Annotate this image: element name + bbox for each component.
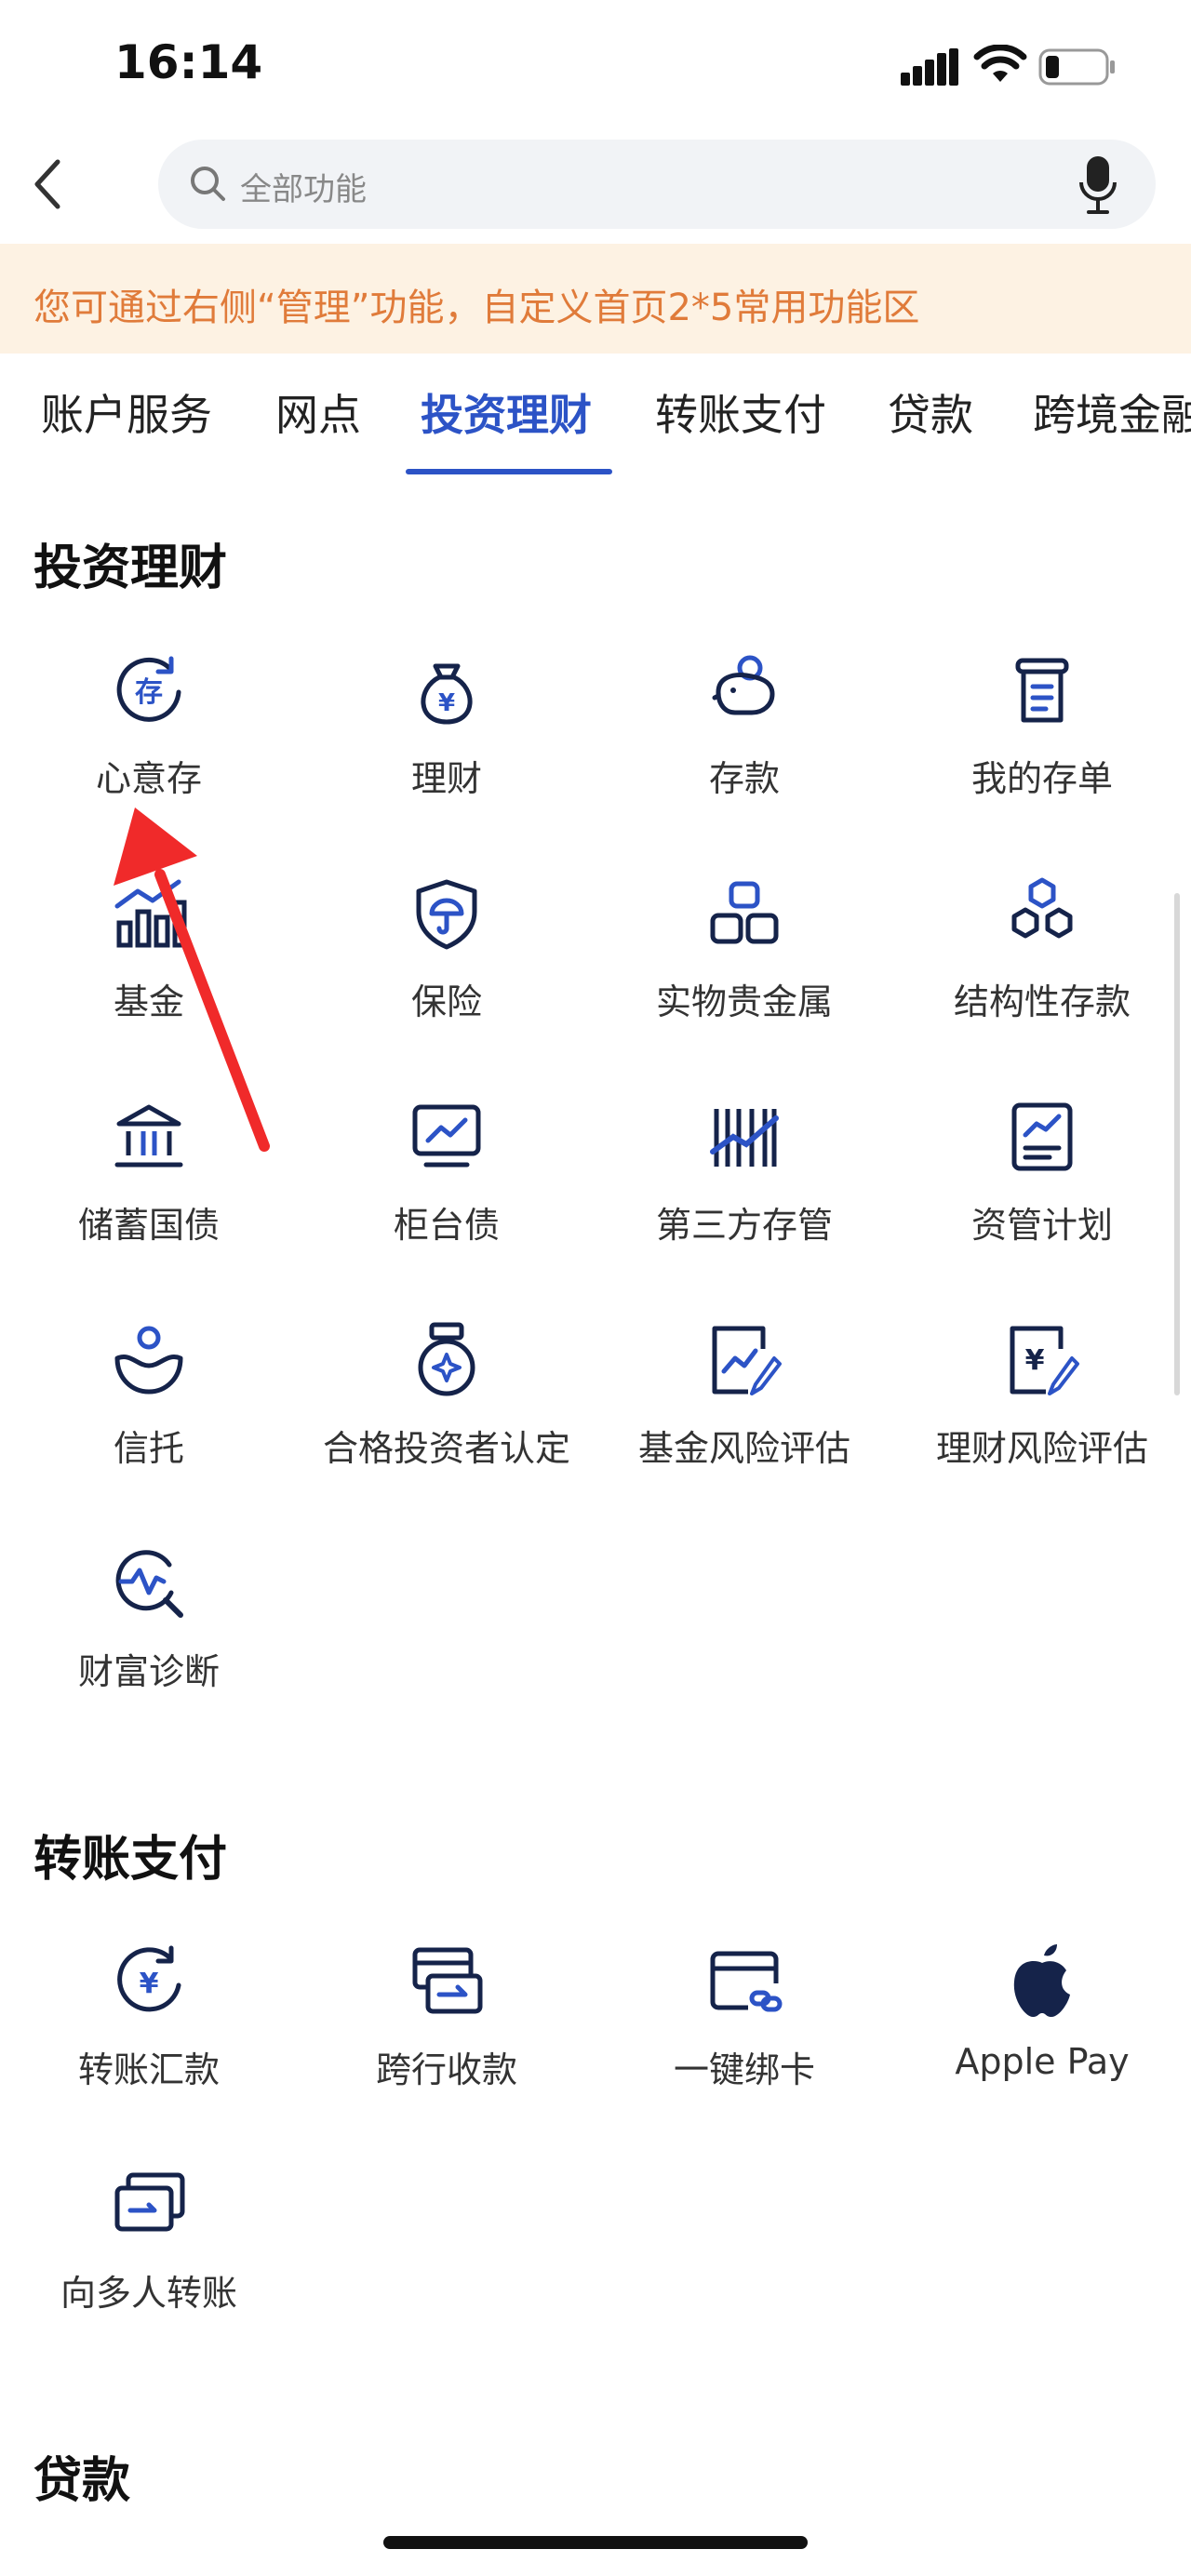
grid-item-label: 向多人转账: [60, 2273, 237, 2314]
section-title-transfer: 转账支付: [33, 1832, 228, 1888]
grid-item-label: 保险: [410, 981, 482, 1022]
cellular-signal-icon: [901, 48, 958, 86]
grid-item-label: 我的存单: [970, 758, 1113, 799]
stacked-cards-transfer-icon: [114, 2172, 185, 2232]
grid-item-label: 跨行收款: [375, 2049, 517, 2090]
apple-logo-icon: [1013, 1944, 1070, 2017]
svg-text:¥: ¥: [438, 689, 455, 717]
grid-item-label: 资管计划: [970, 1205, 1113, 1246]
medal-icon: [418, 1322, 475, 1396]
tab-account-service[interactable]: 账户服务: [41, 381, 212, 443]
bank-building-icon: [114, 1104, 183, 1168]
status-time: 16:14: [114, 35, 263, 89]
grid-item-wealth-risk-assessment[interactable]: ¥ 理财风险评估: [893, 1321, 1191, 1507]
grid-item-interbank-receive[interactable]: 跨行收款: [298, 1942, 596, 2129]
gold-bars-icon: [710, 881, 779, 944]
grid-item-label: 理财风险评估: [935, 1428, 1148, 1469]
grid-item-label: Apple Pay: [955, 2041, 1130, 2082]
grid-item-label: 基金风险评估: [637, 1428, 850, 1469]
grid-item-label: 存款: [708, 758, 780, 799]
microphone-icon[interactable]: [1077, 154, 1118, 216]
tab-cross-border[interactable]: 跨境金融: [1033, 381, 1191, 443]
grid-item-multi-transfer[interactable]: 向多人转账: [0, 2166, 298, 2352]
scroll-document-icon: [1015, 658, 1069, 723]
tab-loan[interactable]: 贷款: [888, 381, 973, 443]
monitor-trend-icon: [412, 1104, 481, 1168]
tip-banner: 您可通过右侧“管理”功能，自定义首页2*5常用功能区: [0, 244, 1191, 354]
grid-item-insurance[interactable]: 保险: [298, 874, 596, 1061]
grid-item-label: 第三方存管: [655, 1205, 833, 1246]
card-transfer-icon: [412, 1947, 483, 2014]
grid-item-asset-management[interactable]: 资管计划: [893, 1098, 1191, 1284]
search-bar[interactable]: 全部功能: [158, 140, 1156, 229]
grid-item-label: 结构性存款: [953, 981, 1131, 1022]
grid-item-label: 合格投资者认定: [322, 1428, 570, 1469]
tab-investment[interactable]: 投资理财: [421, 381, 592, 443]
grid-item-bind-card[interactable]: 一键绑卡: [596, 1942, 893, 2129]
section-title-loan: 贷款: [33, 2453, 131, 2509]
grid-item-counter-bonds[interactable]: 柜台债: [298, 1098, 596, 1284]
search-icon: [191, 167, 225, 201]
piggy-bank-icon: [712, 655, 775, 715]
bar-chart-trend-icon: [114, 879, 187, 948]
grid-item-transfer-remit[interactable]: ¥ 转账汇款: [0, 1942, 298, 2129]
battery-icon: [1038, 48, 1115, 86]
tab-outlets[interactable]: 网点: [275, 381, 361, 443]
grid-item-fund[interactable]: 基金: [0, 874, 298, 1061]
grid-item-structured-deposit[interactable]: 结构性存款: [893, 874, 1191, 1061]
status-bar: 16:14: [0, 0, 1191, 130]
grid-item-label: 理财: [410, 758, 482, 799]
grid-item-precious-metals[interactable]: 实物贵金属: [596, 874, 893, 1061]
grid-item-label: 转账汇款: [77, 2049, 220, 2090]
deposit-heart-icon: 存: [116, 656, 181, 722]
grid-item-wealth[interactable]: ¥ 理财: [298, 651, 596, 837]
grid-item-xinyicun[interactable]: 存 心意存: [0, 651, 298, 837]
grid-item-trust[interactable]: 信托: [0, 1321, 298, 1507]
hexagon-cluster-icon: [1011, 877, 1073, 939]
section-title-invest: 投资理财: [33, 541, 228, 596]
magnifier-pulse-icon: [115, 1550, 183, 1618]
chart-pen-icon: [712, 1326, 782, 1395]
grid-item-wealth-diagnosis[interactable]: 财富诊断: [0, 1544, 298, 1730]
yuan-pen-icon: ¥: [1010, 1326, 1079, 1395]
grid-item-label: 财富诊断: [77, 1651, 220, 1692]
grid-item-apple-pay[interactable]: Apple Pay: [893, 1942, 1191, 2129]
grid-item-deposit[interactable]: 存款: [596, 651, 893, 837]
tip-text: 您可通过右侧“管理”功能，自定义首页2*5常用功能区: [33, 287, 920, 329]
svg-text:¥: ¥: [140, 1968, 159, 2000]
svg-text:¥: ¥: [1025, 1344, 1045, 1377]
card-link-icon: [710, 1951, 783, 2012]
grid-item-label: 储蓄国债: [77, 1205, 220, 1246]
back-arrow-icon[interactable]: [30, 158, 67, 210]
app-screen: 16:14 全部功能 您可通过右侧“管理”功能，自定义首页2*5常用功能区 账户…: [0, 0, 1191, 2576]
grid-item-my-certificates[interactable]: 我的存单: [893, 651, 1191, 837]
wifi-icon: [973, 45, 1027, 82]
report-chart-icon: [1011, 1102, 1073, 1171]
grid-item-label: 柜台债: [393, 1205, 500, 1246]
scrollbar[interactable]: [1174, 893, 1180, 1395]
svg-text:存: 存: [135, 676, 163, 709]
grid-item-qualified-investor[interactable]: 合格投资者认定: [298, 1321, 596, 1507]
category-tabs: 账户服务 网点 投资理财 转账支付 贷款 跨境金融: [0, 361, 1191, 482]
search-placeholder: 全部功能: [240, 171, 367, 208]
home-indicator[interactable]: [383, 2536, 808, 2549]
grid-item-label: 心意存: [95, 758, 202, 799]
money-bag-icon: ¥: [421, 663, 473, 725]
grid-item-label: 信托: [113, 1428, 184, 1469]
grid-item-label: 基金: [113, 981, 184, 1022]
grid-item-savings-bonds[interactable]: 储蓄国债: [0, 1098, 298, 1284]
grid-item-fund-risk-assessment[interactable]: 基金风险评估: [596, 1321, 893, 1507]
active-tab-indicator: [406, 469, 612, 474]
barcode-chart-icon: [710, 1109, 779, 1167]
grid-item-label: 实物贵金属: [655, 981, 833, 1022]
grid-item-third-party-custody[interactable]: 第三方存管: [596, 1098, 893, 1284]
yuan-exchange-icon: ¥: [117, 1945, 181, 2012]
hand-coin-icon: [114, 1326, 183, 1395]
grid-item-label: 一键绑卡: [673, 2049, 815, 2090]
tab-transfer-payment[interactable]: 转账支付: [655, 381, 826, 443]
shield-umbrella-icon: [416, 879, 477, 950]
